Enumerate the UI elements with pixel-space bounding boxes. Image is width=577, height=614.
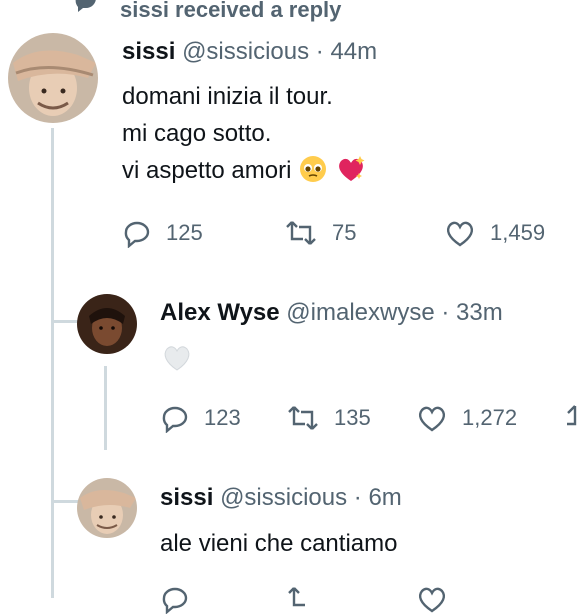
pleading-face-icon — [300, 156, 327, 182]
reply-thread-line — [104, 366, 107, 450]
heart-outline-icon — [446, 221, 474, 247]
retweet-count: 75 — [332, 220, 357, 245]
tweet-time[interactable]: · 6m — [354, 484, 402, 511]
retweet-icon — [286, 221, 316, 245]
share-icon[interactable] — [563, 402, 577, 432]
reply-icon[interactable] — [160, 584, 190, 614]
retweet-icon — [288, 406, 318, 430]
retweet-button[interactable]: 135 — [286, 403, 371, 433]
author-handle[interactable]: @sissicious — [220, 484, 347, 511]
retweet-button[interactable]: 75 — [284, 218, 356, 248]
tweet-author-line: sissi @sissicious · 6m — [160, 484, 402, 512]
thread-line — [51, 128, 54, 598]
speech-bubble-icon — [75, 0, 96, 12]
reply-button[interactable]: 125 — [122, 218, 203, 248]
notification-header: sissi received a reply — [120, 0, 342, 22]
author-name[interactable]: sissi — [160, 484, 213, 511]
tweet-time[interactable]: · 33m — [441, 299, 502, 326]
reply-count: 123 — [204, 405, 241, 430]
reply-count: 125 — [166, 220, 203, 245]
like-count: 1,272 — [462, 405, 518, 430]
author-handle[interactable]: @sissicious — [182, 38, 309, 65]
tweet-line: vi aspetto amori — [122, 152, 367, 189]
tweet-author-line: sissi @sissicious · 44m — [122, 38, 377, 66]
heart-outline-icon[interactable] — [416, 584, 448, 614]
tweet-line: mi cago sotto. — [122, 120, 272, 147]
reply-icon — [162, 406, 188, 433]
like-count: 1,459 — [490, 220, 546, 245]
retweet-icon[interactable] — [286, 584, 320, 614]
reply-icon — [124, 221, 150, 248]
retweet-count: 135 — [334, 405, 371, 430]
avatar[interactable] — [77, 294, 137, 354]
tweet-author-line: Alex Wyse @imalexwyse · 33m — [160, 299, 503, 327]
tweet-time[interactable]: · 44m — [316, 38, 377, 65]
tweet-body: domani inizia il tour. mi cago sotto. vi… — [122, 78, 367, 189]
reply-button[interactable]: 123 — [160, 403, 241, 433]
author-name[interactable]: sissi — [122, 38, 175, 65]
avatar[interactable] — [8, 33, 98, 123]
tweet-body: ale vieni che cantiamo — [160, 530, 398, 557]
white-heart-icon — [164, 346, 190, 371]
like-button[interactable]: 1,272 — [416, 403, 517, 433]
heart-outline-icon — [418, 406, 446, 432]
author-name[interactable]: Alex Wyse — [160, 299, 280, 326]
sparkling-heart-icon — [338, 156, 365, 181]
author-handle[interactable]: @imalexwyse — [286, 299, 434, 326]
avatar[interactable] — [77, 478, 137, 538]
like-button[interactable]: 1,459 — [444, 218, 545, 248]
tweet-line: domani inizia il tour. — [122, 83, 333, 110]
